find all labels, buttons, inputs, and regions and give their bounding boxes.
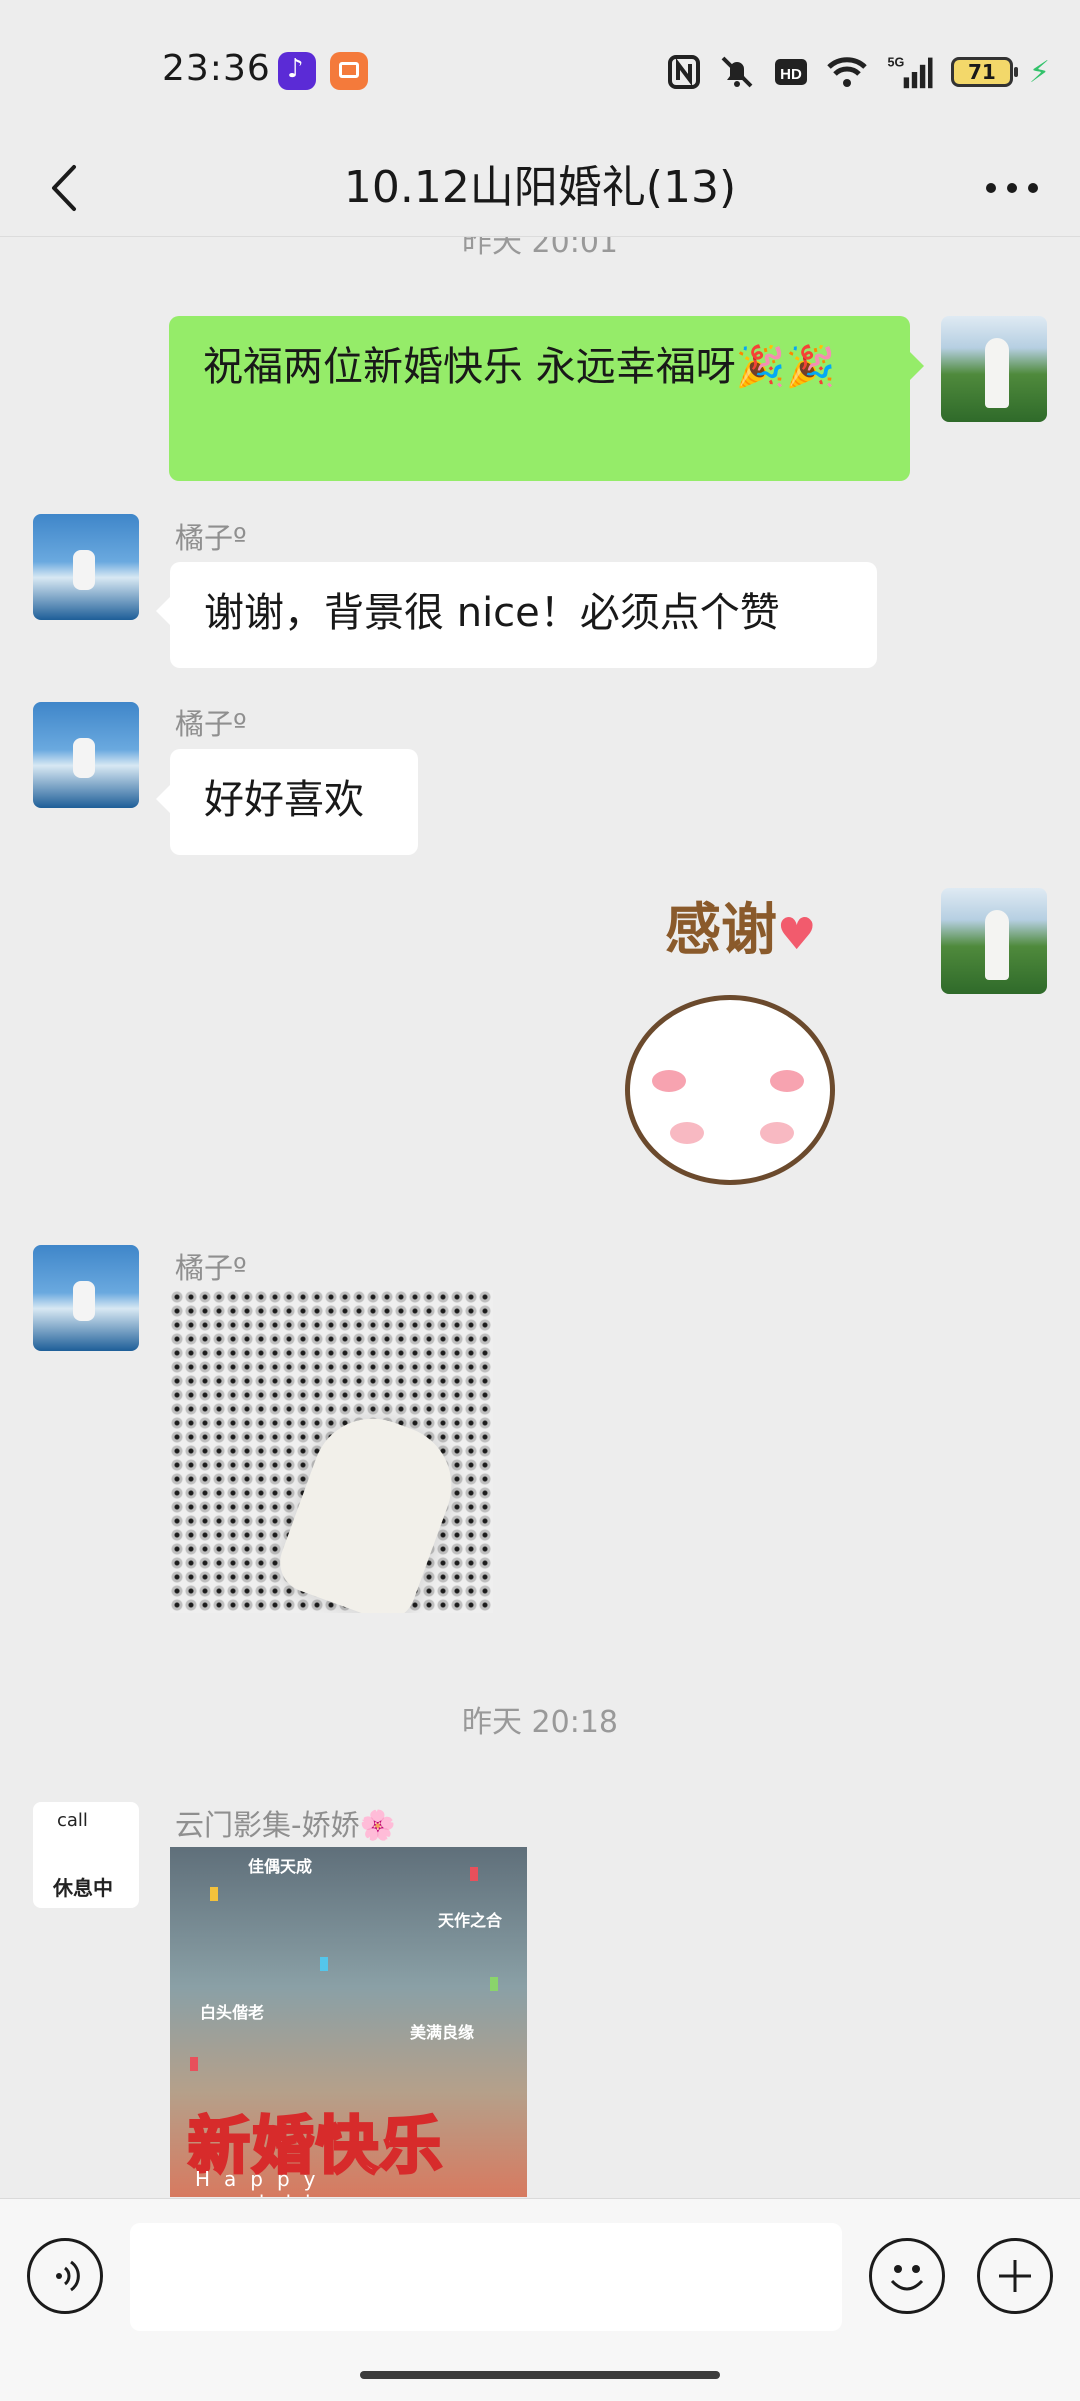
message-text: 祝福两位新婚快乐 永远幸福呀🎉🎉	[203, 344, 836, 390]
battery-icon: 71	[950, 57, 1018, 87]
emoji-icon	[890, 2265, 924, 2291]
timestamp: 昨天 20:18	[462, 1705, 618, 1740]
avatar-self[interactable]	[941, 316, 1047, 422]
voice-input-button[interactable]	[27, 2238, 103, 2314]
network-label: 5G	[887, 56, 904, 70]
status-time: 23:36	[162, 48, 271, 89]
voice-icon	[56, 2260, 80, 2292]
emoji-button[interactable]	[869, 2238, 945, 2314]
wifi-icon	[827, 57, 867, 87]
blush-left	[652, 1070, 686, 1092]
poster-tag: 佳偶天成	[248, 1857, 313, 1876]
status-icons: HD 5G 71 ⚡	[667, 50, 1050, 94]
signal-icon: 5G	[887, 56, 933, 89]
poster-tag: 天作之合	[438, 1911, 503, 1930]
avatar-call-text: call	[57, 1810, 88, 1831]
sender-name: 橘子º	[175, 1251, 247, 1285]
more-icon	[986, 183, 1038, 193]
nfc-icon	[667, 55, 700, 89]
plus-icon	[999, 2260, 1031, 2292]
chat-messages[interactable]: 昨天 20:01 祝福两位新婚快乐 永远幸福呀🎉🎉 橘子º 谢谢，背景很 nic…	[0, 237, 1080, 2197]
home-indicator[interactable]	[360, 2371, 720, 2379]
cheek-left	[670, 1122, 704, 1144]
image-message[interactable]	[170, 1290, 493, 1613]
more-options-button[interactable]	[974, 150, 1050, 226]
confetti	[190, 2057, 198, 2071]
charging-icon: ⚡	[1028, 54, 1050, 90]
thank-you-sticker[interactable]: 感谢♥	[615, 885, 865, 1225]
wedding-poster-image[interactable]: 佳偶天成 天作之合 白头偕老 美满良缘 新婚快乐 Happy wedding	[170, 1847, 527, 2197]
poster-subtitle: Happy wedding	[195, 2167, 364, 2197]
avatar-yunmen[interactable]: call 休息中	[33, 1802, 139, 1908]
sticker-caption: 感谢	[665, 898, 777, 963]
blush-right	[770, 1070, 804, 1092]
message-bubble-outgoing[interactable]: 祝福两位新婚快乐 永远幸福呀🎉🎉	[169, 316, 910, 481]
avatar-juzi[interactable]	[33, 1245, 139, 1351]
more-actions-button[interactable]	[977, 2238, 1053, 2314]
confetti	[490, 1977, 498, 1991]
message-text: 谢谢，背景很 nice！必须点个赞	[204, 590, 780, 636]
sticker-face	[625, 995, 835, 1185]
confetti	[210, 1887, 218, 1901]
input-bar	[0, 2198, 1080, 2401]
poster-tag: 美满良缘	[410, 2023, 475, 2042]
avatar-juzi[interactable]	[33, 702, 139, 808]
poster-tag: 白头偕老	[200, 2003, 265, 2022]
confetti	[320, 1957, 328, 1971]
avatar-juzi[interactable]	[33, 514, 139, 620]
message-bubble-incoming[interactable]: 好好喜欢	[170, 749, 418, 855]
message-text: 好好喜欢	[204, 777, 364, 823]
bubble-tail	[910, 352, 924, 380]
svg-text:HD: HD	[780, 66, 802, 83]
battery-level: 71	[968, 60, 996, 84]
bubble-tail	[156, 597, 170, 625]
tiktok-icon	[278, 52, 316, 90]
avatar-status-text: 休息中	[53, 1876, 113, 1900]
cheek-right	[760, 1122, 794, 1144]
timestamp: 昨天 20:01	[462, 237, 618, 260]
books-icon	[330, 52, 368, 90]
sender-name: 橘子º	[175, 707, 247, 741]
message-bubble-incoming[interactable]: 谢谢，背景很 nice！必须点个赞	[170, 562, 877, 668]
chat-header: 10.12山阳婚礼(13)	[0, 140, 1080, 237]
hd-icon: HD	[774, 59, 807, 85]
message-input[interactable]	[130, 2223, 842, 2331]
confetti	[470, 1867, 478, 1881]
sender-name: 橘子º	[175, 521, 247, 555]
bubble-tail	[156, 785, 170, 813]
avatar-self[interactable]	[941, 888, 1047, 994]
chat-title: 10.12山阳婚礼(13)	[343, 162, 737, 213]
status-bar: 23:36 HD 5G 71 ⚡	[0, 0, 1080, 140]
glove-photo	[271, 1401, 469, 1613]
mute-icon	[721, 56, 753, 88]
sender-name: 云门影集-娇娇🌸	[175, 1808, 396, 1842]
heart-icon: ♥	[777, 909, 817, 960]
sticker-text: 感谢♥	[665, 885, 816, 966]
